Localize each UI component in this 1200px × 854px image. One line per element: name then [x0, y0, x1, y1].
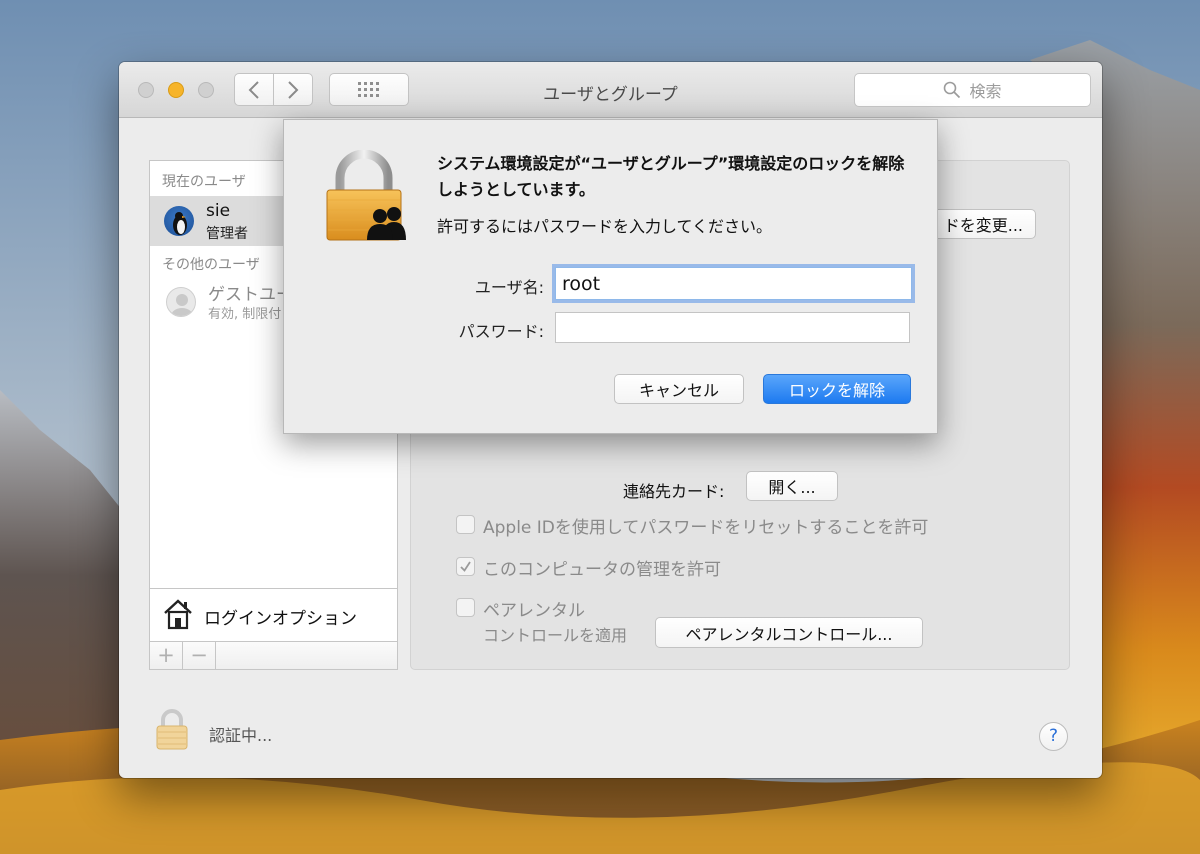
search-icon [944, 81, 961, 99]
open-contact-card-button[interactable]: 開く... [746, 471, 838, 501]
title-bar: ユーザとグループ 検索 [119, 62, 1102, 118]
change-password-button[interactable]: ドを変更... [928, 209, 1036, 239]
login-options-item[interactable]: ログインオプション [149, 588, 398, 642]
username-label: ユーザ名: [474, 278, 544, 297]
house-icon [164, 599, 192, 630]
parental-controls-checkbox[interactable] [456, 598, 475, 617]
allow-admin-label: このコンピュータの管理を許可 [483, 560, 721, 580]
current-users-header: 現在のユーザ [162, 174, 246, 190]
padlock-users-icon [326, 150, 406, 241]
parental-controls-button[interactable]: ペアレンタルコントロール... [655, 617, 923, 648]
allow-appleid-reset-checkbox[interactable] [456, 515, 475, 534]
guest-user-status: 有効, 制限付 [208, 307, 282, 322]
contact-card-label: 連絡先カード: [623, 482, 725, 501]
other-users-header: その他のユーザ [162, 257, 260, 273]
search-placeholder: 検索 [969, 82, 1002, 101]
username-field[interactable] [555, 267, 912, 300]
search-field[interactable]: 検索 [854, 73, 1091, 107]
guest-avatar-icon [166, 287, 196, 317]
parental-controls-label: ペアレンタル [483, 601, 585, 621]
dialog-instruction: 許可するにはパスワードを入力してください。 [437, 217, 773, 236]
help-button[interactable]: ? [1039, 722, 1068, 751]
remove-user-button[interactable]: − [183, 642, 216, 669]
password-field[interactable] [555, 312, 910, 343]
guest-user-name: ゲストユー [208, 285, 293, 305]
allow-admin-checkbox[interactable] [456, 557, 475, 576]
user-name: sie [206, 201, 231, 221]
allow-appleid-reset-label: Apple IDを使用してパスワードをリセットすることを許可 [483, 518, 929, 538]
penguin-avatar [164, 206, 194, 236]
authentication-status: 認証中... [209, 726, 273, 745]
add-user-button[interactable]: + [150, 642, 183, 669]
cancel-button[interactable]: キャンセル [614, 374, 744, 404]
checkmark-icon [460, 561, 471, 572]
login-options-label: ログインオプション [204, 609, 357, 629]
password-label: パスワード: [458, 322, 544, 341]
dialog-message: システム環境設定が“ユーザとグループ”環境設定のロックを解除しようとしています。 [437, 154, 905, 199]
user-role: 管理者 [206, 226, 248, 242]
parental-controls-label-line2: コントロールを適用 [483, 626, 628, 645]
list-toolbar: + − [149, 642, 398, 670]
lock-icon[interactable] [155, 708, 189, 750]
authentication-dialog: システム環境設定が“ユーザとグループ”環境設定のロックを解除しようとしています。… [283, 119, 938, 434]
unlock-button[interactable]: ロックを解除 [763, 374, 911, 404]
